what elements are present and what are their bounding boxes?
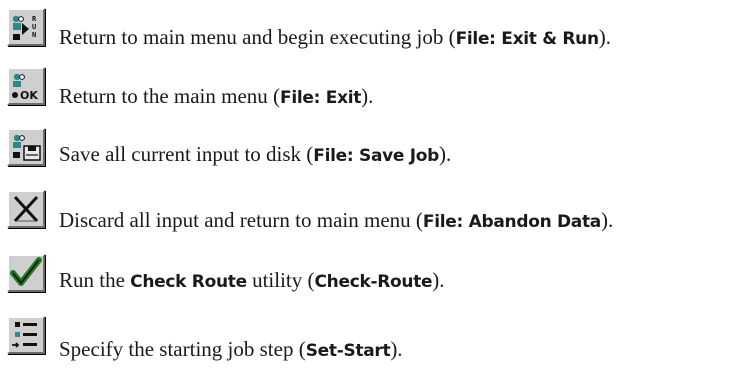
description-end: ). (439, 142, 452, 166)
description-end: ). (361, 84, 374, 108)
description: Save all current input to disk (File: Sa… (59, 141, 451, 169)
description: Run the Check Route utility (Check-Route… (59, 267, 445, 295)
exit-button[interactable]: OK (7, 67, 45, 105)
check-route-icon (10, 257, 42, 286)
set-start-button[interactable] (7, 316, 45, 354)
description-text: Run the (59, 268, 131, 292)
description-end: ). (390, 337, 403, 361)
svg-text:U: U (32, 23, 36, 31)
menu-command: File: Exit (280, 88, 362, 108)
description-text: Discard all input and return to main men… (59, 208, 423, 232)
menu-command: File: Exit & Run (455, 29, 600, 49)
description-end: ). (598, 25, 612, 49)
description: Return to the main menu (File: Exit). (59, 83, 373, 111)
utility-name: Check Route (130, 272, 247, 292)
abandon-data-button[interactable] (7, 190, 45, 228)
description-text-middle: utility ( (246, 268, 315, 292)
menu-command: Set-Start (305, 341, 391, 361)
description-text: Return to main menu and begin executing … (59, 25, 456, 49)
check-route-button[interactable] (7, 254, 45, 292)
description-end: ). (432, 268, 445, 292)
save-job-button[interactable] (7, 128, 45, 166)
abandon-data-icon (13, 195, 39, 223)
menu-command: File: Save Job (313, 146, 440, 166)
exit-and-run-icon: R U N (12, 15, 37, 40)
description-text: Return to the main menu ( (59, 84, 281, 108)
description: Specify the starting job step (Set-Start… (59, 336, 403, 364)
description: Return to main menu and begin executing … (59, 24, 611, 52)
description-text: Save all current input to disk ( (59, 142, 314, 166)
menu-command: Check-Route (314, 272, 433, 292)
exit-run-button[interactable]: R U N (7, 8, 45, 46)
svg-text:R: R (32, 15, 37, 23)
ok-label: OK (20, 89, 38, 102)
menu-command: File: Abandon Data (422, 212, 601, 232)
exit-ok-icon: OK (12, 73, 38, 102)
description-text: Specify the starting job step ( (59, 337, 306, 361)
description: Discard all input and return to main men… (59, 207, 613, 235)
save-job-icon (13, 134, 41, 161)
svg-text:N: N (32, 31, 36, 39)
set-start-icon (12, 322, 37, 348)
description-end: ). (600, 208, 614, 232)
